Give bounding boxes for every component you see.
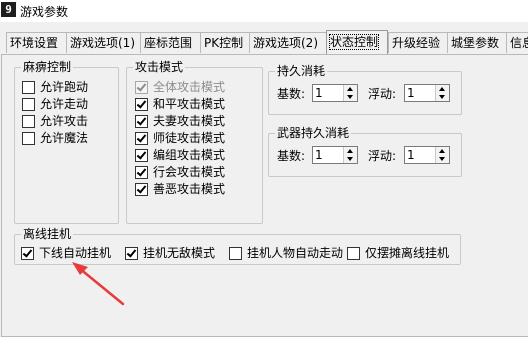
annotation-arrow [72,262,125,306]
tab-status-control[interactable]: 状态控制 [326,30,388,54]
arrow-shaft [77,266,125,306]
